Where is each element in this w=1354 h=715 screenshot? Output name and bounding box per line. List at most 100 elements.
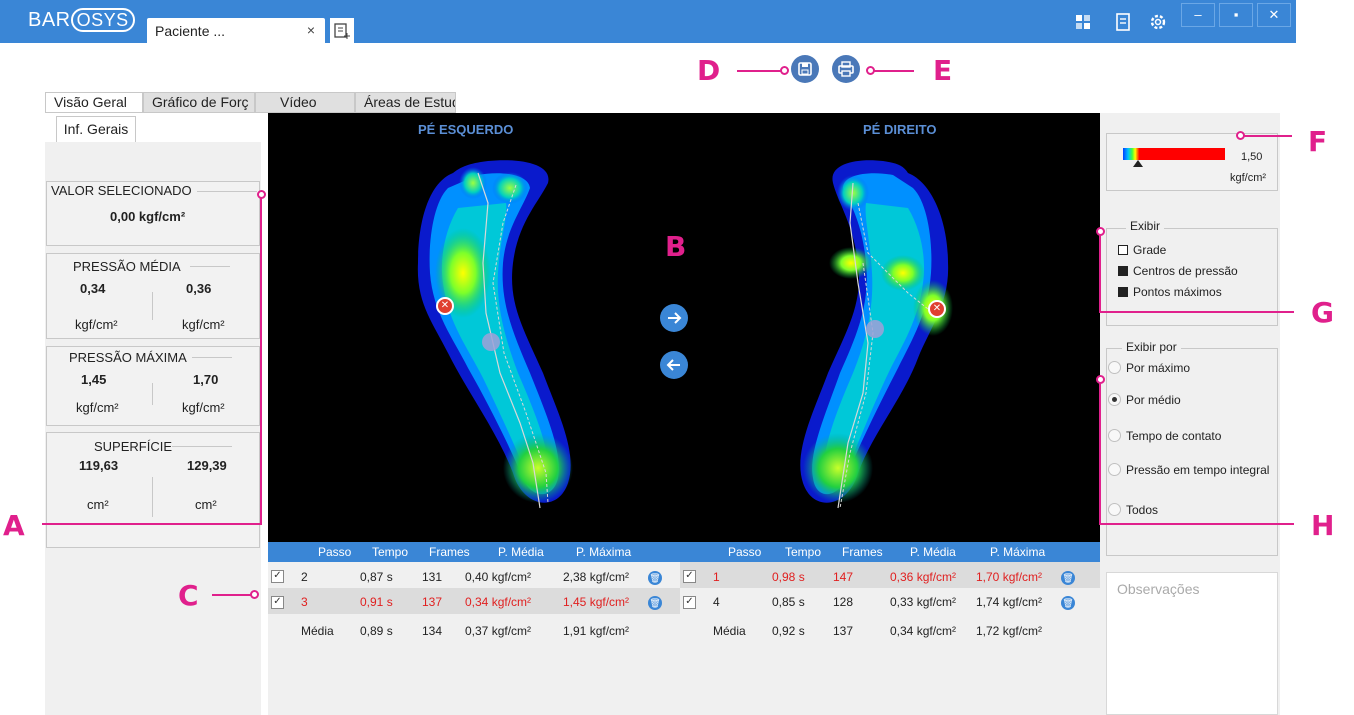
arrow-left-icon	[666, 359, 680, 371]
patient-tab[interactable]: Paciente ... ×	[147, 18, 325, 43]
delete-step-trash-icon[interactable]: 🗑	[1061, 596, 1075, 610]
radio-tempo-circle[interactable]	[1108, 429, 1121, 442]
close-tab-icon[interactable]: ×	[307, 22, 315, 38]
callout-e: E	[933, 54, 953, 87]
minimize-button[interactable]: –	[1181, 3, 1215, 27]
valor-selecionado-title: VALOR SELECIONADO	[51, 183, 192, 198]
radio-pressao-integral-circle[interactable]	[1108, 463, 1121, 476]
cell-passo: 3	[301, 595, 308, 609]
cell-frames: 147	[833, 570, 854, 584]
row-checkbox[interactable]: ✓	[271, 570, 284, 583]
table-row[interactable]: ✓ 1 0,98 s 147 0,36 kgf/cm² 1,70 kgf/cm²…	[680, 562, 1100, 588]
right-foot-title: PÉ DIREITO	[863, 122, 937, 137]
tab-areas-de-estudo[interactable]: Áreas de Estudo	[355, 92, 456, 113]
cell-p-maxima: 1,72 kgf/cm²	[976, 624, 1043, 638]
header-p-media-left: P. Média	[498, 545, 544, 559]
next-step-button[interactable]	[660, 304, 688, 332]
radio-por-maximo-circle[interactable]	[1108, 361, 1121, 374]
row-checkbox[interactable]: ✓	[271, 596, 284, 609]
cell-p-media: 0,34 kgf/cm²	[465, 595, 532, 609]
valor-selecionado-value: 0,00 kgf/cm²	[110, 209, 186, 224]
cell-p-media: 0,40 kgf/cm²	[465, 570, 532, 584]
cell-tempo: 0,91 s	[360, 595, 393, 609]
average-row: Média 0,89 s 134 0,37 kgf/cm² 1,91 kgf/c…	[268, 616, 680, 642]
previous-step-button[interactable]	[660, 351, 688, 379]
right-center-of-pressure-marker[interactable]	[866, 320, 884, 338]
value-separator	[152, 477, 153, 517]
row-checkbox[interactable]: ✓	[683, 570, 696, 583]
save-button[interactable]	[791, 55, 819, 83]
left-peak-marker-icon[interactable]: ✕	[436, 297, 454, 315]
table-row[interactable]: ✓ 3 0,91 s 137 0,34 kgf/cm² 1,45 kgf/cm²…	[268, 588, 680, 614]
header-tempo-left: Tempo	[372, 545, 409, 559]
radio-todos-circle[interactable]	[1108, 503, 1121, 516]
header-frames-left: Frames	[429, 545, 470, 559]
cell-frames: 131	[422, 570, 443, 584]
cell-media-label: Média	[301, 624, 334, 638]
pressao-maxima-title: PRESSÃO MÁXIMA	[69, 350, 187, 365]
left-center-of-pressure-marker[interactable]	[482, 333, 500, 351]
callout-f-line	[1244, 135, 1292, 137]
cell-p-maxima: 1,70 kgf/cm²	[976, 570, 1043, 584]
cell-p-maxima: 2,38 kgf/cm²	[563, 570, 630, 584]
checkbox-pontos-box[interactable]	[1118, 287, 1128, 297]
checkbox-centros-label: Centros de pressão	[1133, 264, 1238, 278]
close-window-button[interactable]: ✕	[1257, 3, 1291, 27]
callout-a-vline	[260, 198, 262, 524]
table-row[interactable]: ✓ 2 0,87 s 131 0,40 kgf/cm² 2,38 kgf/cm²…	[268, 562, 680, 588]
group-rule	[190, 266, 230, 267]
radio-todos-label: Todos	[1126, 503, 1159, 517]
maximize-button[interactable]: ▪	[1219, 3, 1253, 27]
delete-step-trash-icon[interactable]: 🗑	[1061, 571, 1075, 585]
pressao-maxima-left-unit: kgf/cm²	[76, 400, 119, 415]
cell-p-maxima: 1,91 kgf/cm²	[563, 624, 630, 638]
radio-por-maximo-label: Por máximo	[1126, 361, 1191, 375]
radio-por-medio-label: Por médio	[1126, 393, 1181, 407]
left-foot-title: PÉ ESQUERDO	[418, 122, 514, 137]
pressao-maxima-left: 1,45	[81, 372, 107, 387]
table-row[interactable]: ✓ 4 0,85 s 128 0,33 kgf/cm² 1,74 kgf/cm²…	[680, 588, 1100, 614]
pressao-media-left-unit: kgf/cm²	[75, 317, 118, 332]
scale-unit: kgf/cm²	[1230, 172, 1267, 184]
header-tempo-right: Tempo	[785, 545, 822, 559]
superficie-left: 119,63	[79, 458, 119, 473]
header-frames-right: Frames	[842, 545, 883, 559]
subtab-inf-gerais[interactable]: Inf. Gerais	[56, 116, 136, 142]
group-rule	[197, 191, 257, 192]
value-separator	[152, 383, 153, 405]
cell-tempo: 0,87 s	[360, 570, 393, 584]
settings-gear-icon[interactable]	[1147, 11, 1169, 33]
radio-pressao-integral-label: Pressão em tempo integral	[1126, 463, 1270, 477]
pressao-maxima-right-unit: kgf/cm²	[182, 400, 225, 415]
cell-frames: 134	[422, 624, 443, 638]
tab-grafico-de-forca[interactable]: Gráfico de Forç	[143, 92, 255, 113]
print-button[interactable]	[832, 55, 860, 83]
tab-video[interactable]: Vídeo	[255, 92, 355, 113]
callout-e-line	[874, 70, 914, 72]
cell-p-media: 0,36 kgf/cm²	[890, 570, 957, 584]
checkbox-centros-box[interactable]	[1118, 266, 1128, 276]
header-p-maxima-left: P. Máxima	[576, 545, 632, 559]
pressao-media-right: 0,36	[186, 281, 212, 296]
observacoes-field[interactable]: Observações	[1106, 572, 1278, 715]
tab-visao-geral[interactable]: Visão Geral	[45, 92, 143, 113]
layout-grid-icon[interactable]	[1072, 11, 1094, 33]
checkbox-grade-box[interactable]	[1118, 245, 1128, 255]
new-tab-icon	[334, 23, 350, 39]
cell-passo: 4	[713, 595, 720, 609]
report-icon[interactable]	[1112, 11, 1134, 33]
cell-media-label: Média	[713, 624, 746, 638]
radio-por-medio-circle[interactable]	[1108, 393, 1121, 406]
delete-step-trash-icon[interactable]: 🗑	[648, 596, 662, 610]
callout-c: C	[178, 579, 199, 612]
callout-b: B	[665, 230, 687, 263]
value-separator	[152, 292, 153, 320]
new-tab-button[interactable]	[330, 18, 354, 43]
row-checkbox[interactable]: ✓	[683, 596, 696, 609]
right-peak-marker-icon[interactable]: ✕	[928, 300, 946, 318]
cell-tempo: 0,85 s	[772, 595, 805, 609]
delete-step-trash-icon[interactable]: 🗑	[648, 571, 662, 585]
group-rule	[172, 446, 232, 447]
checkbox-pontos-label: Pontos máximos	[1133, 285, 1222, 299]
header-passo-right: Passo	[728, 545, 762, 559]
